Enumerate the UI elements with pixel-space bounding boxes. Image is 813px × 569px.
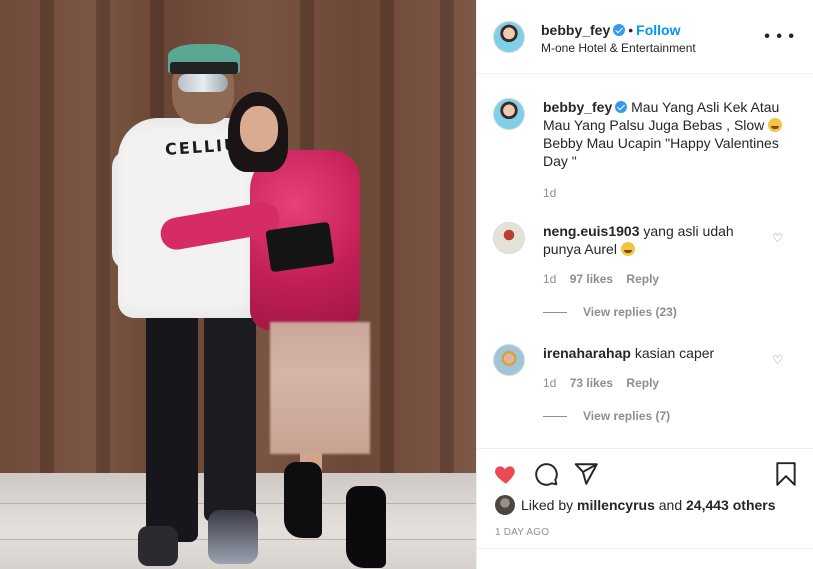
man-sunglasses	[178, 74, 228, 92]
view-replies-button[interactable]: View replies (7)	[543, 409, 670, 423]
liked-by-connector: and	[658, 497, 683, 513]
comment-like-heart-icon[interactable]: ♡	[772, 231, 783, 245]
post-photo[interactable]: CELLIUS	[0, 0, 476, 569]
man-right-shoe	[208, 510, 258, 564]
comment: irenaharahap kasian caper 1d 73 likes Re…	[543, 344, 773, 392]
comment-meta: 1d 97 likes Reply	[543, 270, 773, 288]
post-location[interactable]: M-one Hotel & Entertainment	[541, 41, 696, 55]
post-header: bebby_fey • Follow M-one Hotel & Entertain…	[477, 0, 813, 74]
author-line: bebby_fey • Follow	[541, 22, 680, 38]
add-comment-bar[interactable]	[477, 548, 813, 569]
caption: bebby_fey Mau Yang Asli Kek Atau Mau Yan…	[543, 98, 793, 202]
comment-age[interactable]: 1d	[543, 272, 556, 286]
send-icon[interactable]	[573, 461, 599, 487]
bookmark-icon[interactable]	[773, 461, 799, 487]
liked-by-prefix: Liked by	[521, 497, 574, 513]
comment: neng.euis1903 yang asli udah punya Aurel…	[543, 222, 773, 288]
liker-avatar[interactable]	[495, 495, 515, 515]
comments-list[interactable]: bebby_fey Mau Yang Asli Kek Atau Mau Yan…	[477, 74, 813, 448]
comment-icon[interactable]	[533, 461, 559, 487]
man-left-shoe	[138, 526, 178, 566]
woman-face	[240, 106, 278, 152]
replies-divider	[543, 416, 567, 418]
grinning-emoji-icon	[768, 118, 783, 132]
comment-avatar[interactable]	[493, 222, 525, 254]
censor-blur	[270, 322, 370, 454]
author-avatar[interactable]	[493, 21, 525, 53]
comment-age[interactable]: 1d	[543, 376, 556, 390]
reply-button[interactable]: Reply	[626, 376, 659, 390]
view-replies-button[interactable]: View replies (23)	[543, 305, 677, 319]
man-right-leg	[204, 312, 256, 522]
likes-count[interactable]: 24,443 others	[686, 497, 776, 513]
view-replies-label: View replies (7)	[583, 409, 671, 423]
verified-badge-icon	[615, 101, 628, 113]
comment-likes[interactable]: 97 likes	[570, 272, 613, 286]
comment-meta: 1d 73 likes Reply	[543, 374, 773, 392]
heart-filled-icon[interactable]	[493, 461, 519, 487]
woman-belt	[265, 221, 335, 273]
liked-by-user[interactable]: millencyrus	[577, 497, 655, 513]
man-left-leg	[146, 312, 198, 542]
reply-button[interactable]: Reply	[626, 272, 659, 286]
woman-boot-left	[284, 462, 322, 538]
comment-text: kasian caper	[634, 345, 715, 361]
follow-button[interactable]: Follow	[636, 22, 680, 38]
replies-divider	[543, 312, 567, 314]
caption-avatar[interactable]	[493, 98, 525, 130]
caption-username[interactable]: bebby_fey	[543, 99, 612, 115]
man-headband	[170, 62, 238, 74]
comment-username[interactable]: irenaharahap	[543, 345, 631, 361]
liked-by: Liked by millencyrus and 24,443 others	[495, 495, 776, 515]
post-side-panel: bebby_fey • Follow M-one Hotel & Entertain…	[476, 0, 813, 569]
woman-boot-right	[346, 486, 386, 568]
separator-dot: •	[628, 22, 634, 38]
author-username[interactable]: bebby_fey	[541, 22, 610, 38]
caption-age[interactable]: 1d	[543, 184, 793, 202]
view-replies-label: View replies (23)	[583, 305, 677, 319]
comment-like-heart-icon[interactable]: ♡	[772, 353, 783, 367]
post-timestamp[interactable]: 1 DAY AGO	[495, 527, 549, 538]
comment-username[interactable]: neng.euis1903	[543, 223, 640, 239]
caption-text-continued: Bebby Mau Ucapin "Happy Valentines Day "	[543, 135, 779, 169]
verified-badge-icon	[613, 24, 626, 36]
comment-avatar[interactable]	[493, 344, 525, 376]
post-actions: Liked by millencyrus and 24,443 others 1…	[477, 448, 813, 548]
grinning-emoji-icon	[620, 242, 635, 256]
comment-likes[interactable]: 73 likes	[570, 376, 613, 390]
more-options-icon[interactable]: • • •	[764, 28, 795, 46]
